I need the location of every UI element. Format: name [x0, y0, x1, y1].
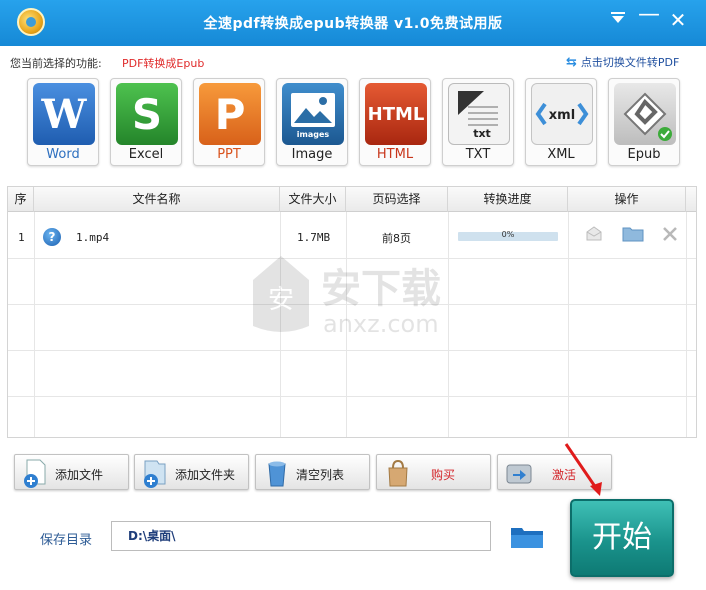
row-progress-text: 0%	[501, 230, 515, 239]
format-label: Excel	[128, 147, 164, 162]
format-label: Epub	[627, 147, 661, 162]
minimize-button[interactable]: —	[638, 4, 660, 30]
col-size-header: 文件大小	[280, 187, 346, 212]
open-file-icon[interactable]	[584, 225, 604, 243]
dropdown-menu-icon[interactable]	[607, 10, 629, 30]
xml-icon: xml	[531, 83, 593, 145]
delete-row-icon[interactable]	[661, 225, 681, 243]
format-label: Word	[46, 147, 80, 162]
activate-icon	[504, 459, 534, 487]
file-table: 序 文件名称 文件大小 页码选择 转换进度 操作 1 ? 1.mp4 1.7MB…	[7, 186, 697, 438]
format-excel-button[interactable]: S Excel	[110, 78, 182, 166]
format-epub-button[interactable]: Epub	[608, 78, 680, 166]
clear-list-label: 清空列表	[296, 468, 345, 482]
window-title: 全速pdf转换成epub转换器 v1.0免费试用版	[203, 16, 503, 32]
current-function-label: 您当前选择的功能:	[10, 57, 102, 70]
col-actions-header: 操作	[568, 187, 686, 212]
format-label: TXT	[465, 147, 491, 162]
switch-mode-link[interactable]: ⇆ 点击切换文件转PDF	[566, 54, 679, 70]
switch-mode-label: 点击切换文件转PDF	[580, 56, 680, 69]
word-icon: W	[33, 83, 95, 145]
row-file-size: 1.7MB	[297, 231, 331, 244]
close-button[interactable]: ✕	[667, 10, 689, 30]
save-directory-label: 保存目录	[40, 533, 93, 548]
txt-icon: txt	[448, 83, 510, 145]
current-function-value: PDF转换成Epub	[122, 57, 205, 70]
add-file-icon	[21, 459, 51, 488]
save-directory-input[interactable]: D:\桌面\	[111, 521, 491, 551]
add-folder-icon	[141, 459, 171, 488]
clear-list-button[interactable]: 清空列表	[255, 454, 370, 490]
col-pages-header: 页码选择	[346, 187, 448, 212]
excel-icon: S	[116, 83, 178, 145]
row-index: 1	[18, 231, 25, 244]
image-icon-caption: images	[297, 130, 330, 139]
col-index-header: 序	[8, 187, 34, 212]
format-image-button[interactable]: images Image	[276, 78, 348, 166]
start-button[interactable]: 开始	[570, 499, 674, 577]
ppt-icon: P	[199, 83, 261, 145]
txt-icon-caption: txt	[473, 127, 491, 140]
xml-icon-caption: xml	[549, 108, 575, 123]
clear-list-icon	[262, 459, 292, 487]
html-icon: HTML	[365, 83, 427, 145]
add-folder-label: 添加文件夹	[175, 468, 236, 482]
open-folder-icon[interactable]	[622, 225, 644, 243]
question-icon: ?	[43, 228, 61, 246]
format-label: PPT	[217, 147, 241, 162]
add-file-label: 添加文件	[55, 468, 104, 482]
switch-arrows-icon: ⇆	[566, 55, 577, 70]
format-ppt-button[interactable]: P PPT	[193, 78, 265, 166]
row-progress-bar: 0%	[458, 230, 558, 241]
format-label: Image	[291, 147, 333, 162]
format-txt-button[interactable]: txt TXT	[442, 78, 514, 166]
format-word-button[interactable]: W Word	[27, 78, 99, 166]
image-icon: images	[282, 83, 344, 145]
add-folder-button[interactable]: 添加文件夹	[134, 454, 249, 490]
shopping-bag-icon	[383, 459, 413, 487]
title-bar: 全速pdf转换成epub转换器 v1.0免费试用版 — ✕	[0, 0, 706, 46]
table-header: 序 文件名称 文件大小 页码选择 转换进度 操作	[8, 187, 696, 212]
buy-label: 购买	[431, 468, 456, 482]
epub-icon	[614, 83, 676, 145]
col-progress-header: 转换进度	[448, 187, 568, 212]
browse-folder-icon[interactable]	[510, 524, 544, 550]
format-label: XML	[547, 147, 575, 162]
format-label: HTML	[376, 147, 414, 162]
format-xml-button[interactable]: xml XML	[525, 78, 597, 166]
row-file-name: 1.mp4	[76, 231, 110, 244]
add-file-button[interactable]: 添加文件	[14, 454, 129, 490]
buy-button[interactable]: 购买	[376, 454, 491, 490]
row-page-selection[interactable]: 前8页	[382, 230, 411, 246]
format-html-button[interactable]: HTML HTML	[359, 78, 431, 166]
red-arrow-annotation	[560, 440, 610, 500]
col-name-header: 文件名称	[34, 187, 280, 212]
